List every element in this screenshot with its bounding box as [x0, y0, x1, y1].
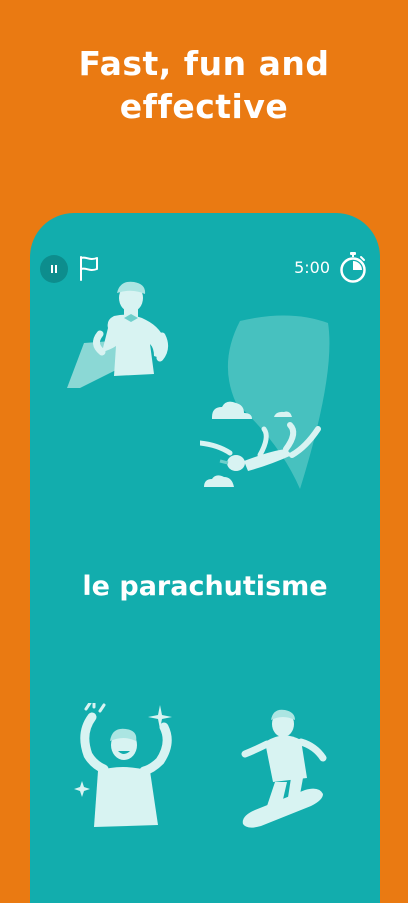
- superhero-man-illustration: [67, 281, 169, 388]
- headline-line-2: effective: [119, 87, 289, 126]
- headline: Fast, fun and effective: [0, 42, 408, 128]
- skydiver-illustration: [200, 315, 330, 489]
- phone-screen: 5:00 le parachutisme: [30, 213, 380, 903]
- cheering-man-illustration: [74, 703, 172, 827]
- stopwatch-icon: [340, 252, 366, 283]
- snowboarder-illustration: [241, 709, 327, 828]
- pause-icon: [51, 265, 57, 273]
- timer: 5:00: [294, 258, 330, 277]
- vocabulary-word: le parachutisme: [82, 571, 328, 602]
- headline-line-1: Fast, fun and: [78, 44, 330, 83]
